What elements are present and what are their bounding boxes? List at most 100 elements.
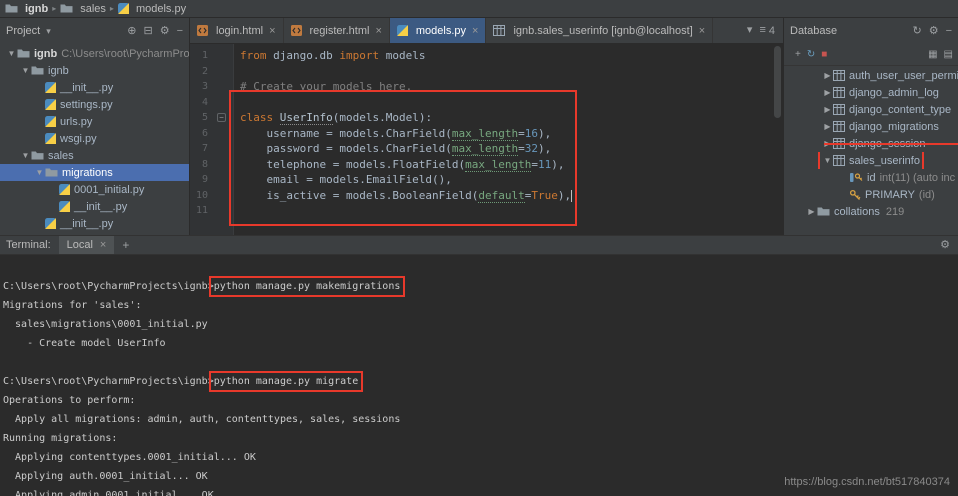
folder-icon: [31, 65, 44, 76]
code-token: telephone = models.FloatField(: [240, 157, 466, 171]
code-line[interactable]: is_active = models.BooleanField(default=…: [240, 188, 783, 204]
hide-icon[interactable]: −: [177, 25, 183, 37]
refresh-icon[interactable]: ↻: [807, 49, 815, 60]
chevron-collapsed-icon[interactable]: ▶: [822, 71, 833, 80]
editor-area: login.html × register.html × models.py × ignb.…: [190, 18, 783, 235]
project-tree-item[interactable]: settings.py: [0, 96, 189, 113]
plus-icon[interactable]: +: [122, 239, 129, 251]
editor-scrollbar[interactable]: [772, 46, 782, 233]
close-icon[interactable]: ×: [699, 25, 705, 37]
database-tree-item[interactable]: ▶ django_migrations: [784, 118, 958, 135]
code-line[interactable]: telephone = models.FloatField(max_length…: [240, 157, 783, 173]
tree-item-label: PRIMARY: [865, 188, 915, 201]
chevron-expanded-icon[interactable]: ▼: [34, 168, 45, 177]
tree-item-label: sales_userinfo: [849, 154, 920, 167]
fold-marker-icon[interactable]: −: [217, 113, 226, 123]
chevron-collapsed-icon[interactable]: ▶: [822, 139, 833, 148]
chevron-expanded-icon[interactable]: ▼: [20, 151, 31, 160]
code-line[interactable]: password = models.CharField(max_length=3…: [240, 141, 783, 157]
code-line[interactable]: username = models.CharField(max_length=1…: [240, 126, 783, 142]
chevron-down-icon[interactable]: ▾: [747, 25, 753, 36]
project-panel-header: Project ▾ ⊕ ⊟ ⚙ −: [0, 18, 189, 44]
database-tree-item[interactable]: ▶ django_session: [784, 135, 958, 152]
line-number: 4: [201, 96, 208, 108]
chevron-expanded-icon[interactable]: ▼: [822, 156, 833, 165]
database-tree-item[interactable]: ▶ django_content_type: [784, 101, 958, 118]
project-tree-item[interactable]: __init__.py: [0, 198, 189, 215]
tree-row-content: ▶ auth_user_user_permi: [822, 67, 958, 84]
tree-item-label: ignb: [34, 47, 58, 60]
editor-tab[interactable]: register.html ×: [284, 18, 390, 43]
project-tree-item[interactable]: urls.py: [0, 113, 189, 130]
breadcrumb-item[interactable]: sales: [60, 3, 106, 15]
project-tree-item[interactable]: __init__.py: [0, 215, 189, 232]
code-editor[interactable]: 1 2 3 4 5−6 7 8 9 10 11 from django.db import mod…: [190, 44, 783, 235]
database-tree-item[interactable]: ▶ django_admin_log: [784, 84, 958, 101]
editor-tab[interactable]: ignb.sales_userinfo [ignb@localhost] ×: [486, 18, 714, 43]
collapse-icon[interactable]: ⊟: [143, 25, 152, 37]
project-tree-item[interactable]: wsgi.py: [0, 130, 189, 147]
python-file-icon: [396, 25, 408, 36]
close-icon[interactable]: ×: [375, 25, 381, 37]
project-tree-item[interactable]: ▼ ignb: [0, 62, 189, 79]
terminal-panel: Terminal: Local × + ⚙ C:\Users\root\Pycha…: [0, 235, 958, 496]
terminal-title: Terminal:: [6, 239, 51, 251]
tab-bar-icons: ▾ ≡: [740, 25, 766, 36]
chevron-collapsed-icon[interactable]: ▶: [822, 88, 833, 97]
database-tree-item[interactable]: PRIMARY (id): [784, 186, 958, 203]
chevron-collapsed-icon[interactable]: ▶: [822, 105, 833, 114]
code-line[interactable]: from django.db import models: [240, 48, 783, 64]
breadcrumb-item[interactable]: ignb: [5, 3, 48, 15]
close-icon[interactable]: ×: [100, 239, 106, 251]
gear-icon[interactable]: ⚙: [940, 239, 950, 251]
project-tree-item[interactable]: ▼ migrations: [0, 164, 189, 181]
python-icon: [45, 133, 56, 144]
code-area[interactable]: from django.db import models # Create you…: [234, 44, 783, 235]
code-line[interactable]: [240, 203, 783, 219]
code-token: True: [531, 188, 558, 202]
gear-icon[interactable]: ⚙: [160, 25, 170, 37]
plus-icon[interactable]: +: [795, 49, 801, 60]
code-line[interactable]: [240, 95, 783, 111]
chevron-expanded-icon[interactable]: ▼: [20, 66, 31, 75]
chevron-collapsed-icon[interactable]: ▶: [822, 122, 833, 131]
code-line[interactable]: email = models.EmailField(),: [240, 172, 783, 188]
scrollbar-thumb[interactable]: [774, 46, 781, 118]
project-tree-item[interactable]: ▼ ignbC:\Users\root\PycharmProject: [0, 45, 189, 62]
project-tree-item[interactable]: 0001_initial.py: [0, 181, 189, 198]
project-tree-item[interactable]: ▼ sales: [0, 147, 189, 164]
grid-icon[interactable]: ▦: [928, 49, 937, 60]
stop-icon[interactable]: ■: [821, 49, 827, 60]
editor-tab[interactable]: login.html ×: [190, 18, 284, 43]
close-icon[interactable]: ×: [472, 25, 478, 37]
breadcrumb-label: models.py: [135, 2, 187, 15]
chevron-down-icon[interactable]: ▾: [46, 26, 51, 36]
sync-icon[interactable]: ↻: [912, 25, 921, 37]
terminal-text: Applying admin.0001_initial... OK: [3, 490, 214, 496]
tree-item-detail: int(11) (auto inc: [879, 171, 956, 184]
folder-icon: [5, 3, 18, 14]
code-line[interactable]: # Create your models here.: [240, 79, 783, 95]
database-tree-item[interactable]: id int(11) (auto inc: [784, 169, 958, 186]
terminal-output[interactable]: C:\Users\root\PycharmProjects\ignb>pytho…: [0, 255, 958, 496]
table-icon: [833, 87, 845, 98]
target-icon[interactable]: ⊕: [127, 25, 136, 37]
gear-icon[interactable]: ⚙: [929, 25, 939, 37]
code-line[interactable]: class UserInfo(models.Model):: [240, 110, 783, 126]
chevron-collapsed-icon[interactable]: ▶: [806, 207, 817, 216]
terminal-tab[interactable]: Local ×: [58, 236, 115, 254]
breadcrumb-item[interactable]: models.py: [117, 2, 187, 15]
line-number: 3: [201, 81, 208, 93]
database-tree-item[interactable]: ▼ sales_userinfo: [784, 152, 958, 169]
database-tree-item[interactable]: ▶ collations 219: [784, 203, 958, 220]
editor-tab[interactable]: models.py ×: [389, 18, 487, 43]
chevron-expanded-icon[interactable]: ▼: [6, 49, 17, 58]
hidden-tabs-count[interactable]: 4: [769, 25, 775, 37]
close-icon[interactable]: ×: [269, 25, 275, 37]
database-tree-item[interactable]: ▶ auth_user_user_permi: [784, 67, 958, 84]
edit-icon[interactable]: ▤: [944, 49, 953, 60]
project-tree-item[interactable]: __init__.py: [0, 79, 189, 96]
hide-icon[interactable]: −: [946, 25, 952, 37]
code-line[interactable]: [240, 64, 783, 80]
menu-icon[interactable]: ≡: [759, 25, 765, 36]
